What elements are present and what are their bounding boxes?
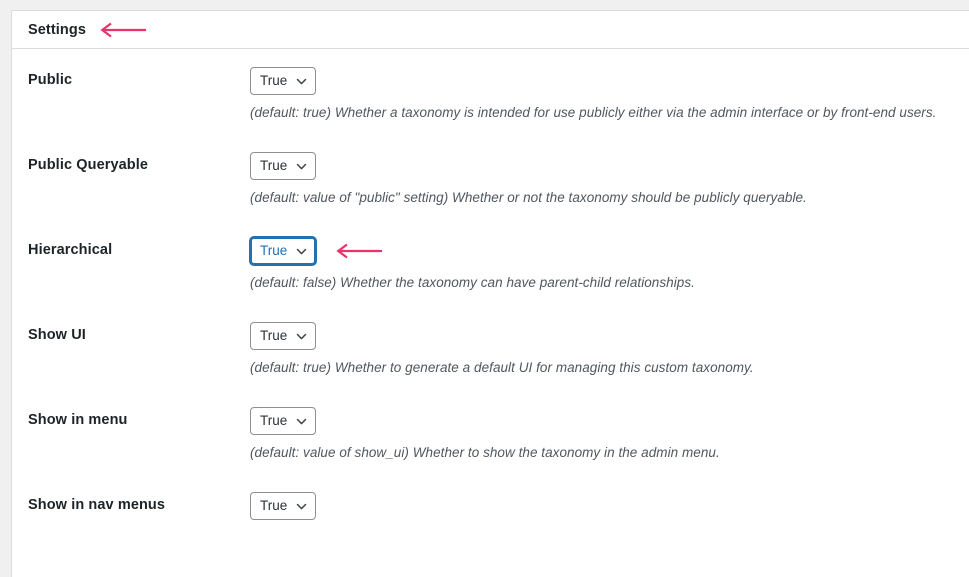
chevron-down-icon	[295, 160, 308, 173]
settings-screen: Settings Public True (default: true) Whe…	[0, 0, 969, 577]
field-description-hierarchical: (default: false) Whether the taxonomy ca…	[250, 275, 695, 290]
field-label-show-ui: Show UI	[28, 327, 86, 343]
field-row: Public True (default: true) Whether a ta…	[12, 67, 969, 152]
select-value: True	[260, 158, 288, 174]
select-public-queryable[interactable]: True	[250, 152, 316, 180]
panel-body: Public True (default: true) Whether a ta…	[12, 49, 969, 577]
field-row: Show in menu True (default: value of sho…	[12, 407, 969, 492]
field-row: Show UI True (default: true) Whether to …	[12, 322, 969, 407]
chevron-down-icon	[295, 75, 308, 88]
page-title: Settings	[28, 21, 86, 38]
field-label-public-queryable: Public Queryable	[28, 157, 149, 173]
field-label-hierarchical: Hierarchical	[28, 242, 113, 258]
field-row: Show in nav menus True	[12, 492, 969, 577]
left-arrow-annotation-icon	[100, 22, 148, 38]
field-description-public: (default: true) Whether a taxonomy is in…	[250, 105, 937, 120]
left-arrow-annotation-icon	[336, 243, 384, 259]
field-description-show-in-menu: (default: value of show_ui) Whether to s…	[250, 445, 720, 460]
left-gutter	[0, 0, 10, 518]
chevron-down-icon	[295, 245, 308, 258]
field-row: Hierarchical True (default: false) Wheth…	[12, 237, 969, 322]
select-value: True	[260, 243, 288, 259]
field-description-public-queryable: (default: value of "public" setting) Whe…	[250, 190, 807, 205]
select-value: True	[260, 413, 288, 429]
select-show-in-nav-menus[interactable]: True	[250, 492, 316, 520]
panel-header: Settings	[12, 11, 969, 49]
field-row: Public Queryable True (default: value of…	[12, 152, 969, 237]
chevron-down-icon	[295, 415, 308, 428]
select-value: True	[260, 498, 288, 514]
field-label-show-in-nav-menus: Show in nav menus	[28, 497, 166, 513]
settings-panel: Settings Public True (default: true) Whe…	[11, 10, 969, 577]
select-show-ui[interactable]: True	[250, 322, 316, 350]
select-value: True	[260, 328, 288, 344]
select-value: True	[260, 73, 288, 89]
select-public[interactable]: True	[250, 67, 316, 95]
field-label-show-in-menu: Show in menu	[28, 412, 128, 428]
select-hierarchical[interactable]: True	[250, 237, 316, 265]
chevron-down-icon	[295, 330, 308, 343]
select-show-in-menu[interactable]: True	[250, 407, 316, 435]
chevron-down-icon	[295, 500, 308, 513]
field-description-show-ui: (default: true) Whether to generate a de…	[250, 360, 754, 375]
field-label-public: Public	[28, 72, 73, 88]
